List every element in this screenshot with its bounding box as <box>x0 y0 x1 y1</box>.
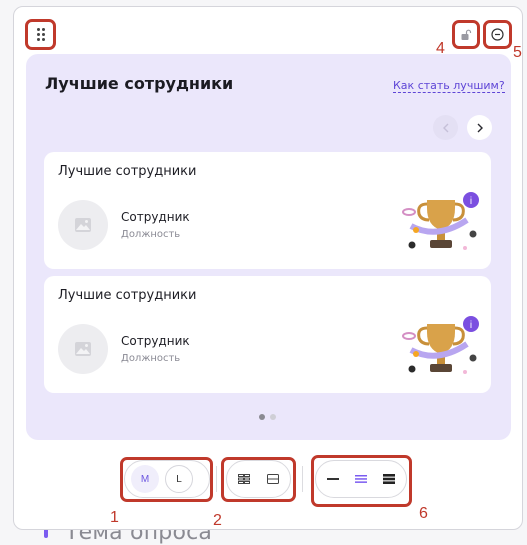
employee-position: Должность <box>121 353 181 364</box>
carousel-next-button[interactable] <box>467 115 492 140</box>
annotation-label-5: 5 <box>513 44 522 61</box>
annotation-box-2 <box>221 457 296 502</box>
toolbar-divider <box>216 466 217 492</box>
chevron-left-icon <box>442 123 448 132</box>
annotation-box-5 <box>483 20 512 49</box>
trophy-icon: i <box>402 316 479 374</box>
annotation-box-1 <box>120 457 213 502</box>
employee-card[interactable]: Лучшие сотрудники Сотрудник Должность i <box>44 152 491 269</box>
avatar <box>58 324 108 374</box>
how-to-become-best-link[interactable]: Как стать лучшим? <box>393 79 505 93</box>
pagination-dot-active[interactable] <box>259 414 265 420</box>
carousel-pagination <box>259 414 276 420</box>
info-badge: i <box>470 196 472 207</box>
toolbar-divider <box>302 466 303 492</box>
employee-name: Сотрудник <box>121 334 190 348</box>
pagination-dot[interactable] <box>270 414 276 420</box>
employee-name: Сотрудник <box>121 210 190 224</box>
trophy-icon: i <box>402 192 479 250</box>
chevron-right-icon <box>477 123 483 132</box>
employee-card[interactable]: Лучшие сотрудники Сотрудник Должность i <box>44 276 491 393</box>
avatar <box>58 200 108 250</box>
card-title: Лучшие сотрудники <box>58 164 197 179</box>
image-placeholder-icon <box>75 342 91 356</box>
annotation-box-3 <box>25 19 56 50</box>
best-employees-panel: Лучшие сотрудники Как стать лучшим? Лучш… <box>26 54 511 440</box>
panel-title: Лучшие сотрудники <box>45 74 234 93</box>
card-title: Лучшие сотрудники <box>58 288 197 303</box>
carousel-prev-button[interactable] <box>433 115 458 140</box>
annotation-label-6: 6 <box>419 505 428 522</box>
annotation-label-1: 1 <box>110 509 119 526</box>
annotation-box-4 <box>452 20 480 49</box>
annotation-box-6 <box>311 455 412 507</box>
image-placeholder-icon <box>75 218 91 232</box>
info-badge: i <box>470 320 472 331</box>
employee-position: Должность <box>121 229 181 240</box>
annotation-label-2: 2 <box>213 512 222 529</box>
